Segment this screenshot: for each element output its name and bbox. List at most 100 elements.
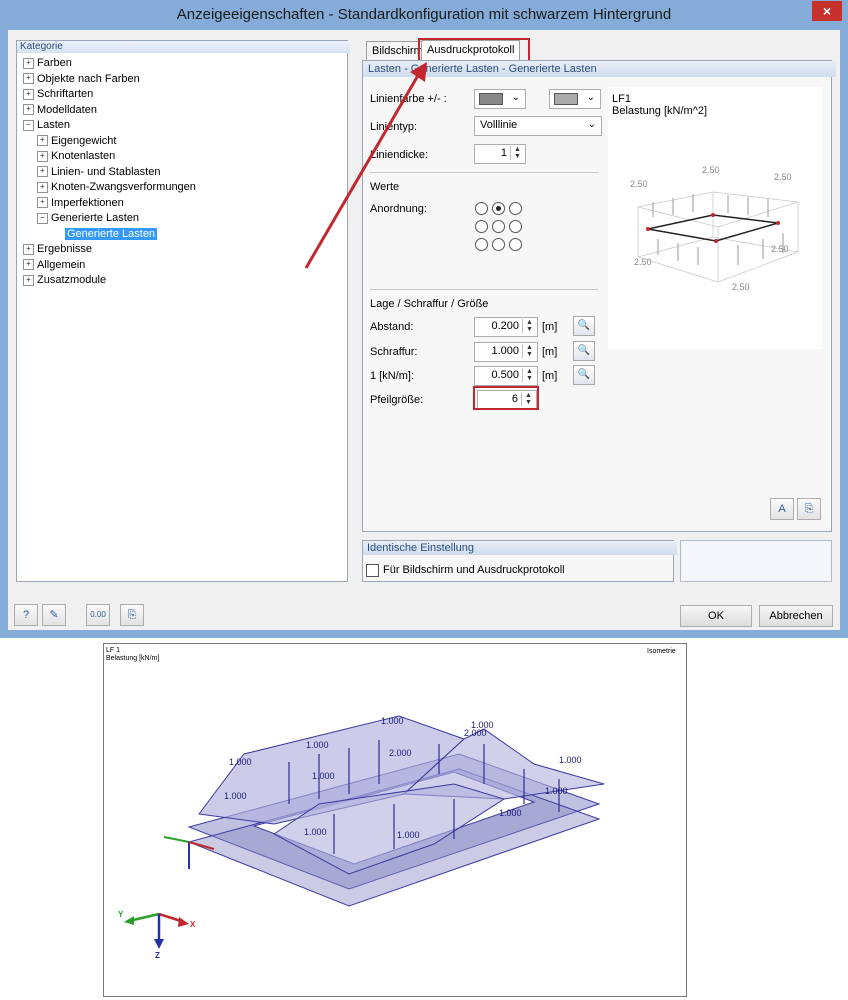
collapse-icon[interactable]: − [23,119,34,131]
magnifier-icon[interactable]: 🔍 [573,365,595,385]
copy-settings-icon[interactable]: ⎘ [797,498,821,520]
arrangement-radio-1[interactable] [475,202,488,215]
separator [370,289,598,290]
tree-item-label: Zusatzmodule [37,274,107,286]
tree-item[interactable]: + Knotenlasten [37,149,115,164]
load-value-label: 1.000 [381,716,404,726]
preview-value-label: 2.50 [630,179,648,189]
preview-value-label: 2.50 [771,244,789,254]
arrangement-radio-7[interactable] [475,238,488,251]
arrangement-radio-4[interactable] [475,220,488,233]
blank-panel [680,540,832,582]
axis-y-label: Y [118,910,124,919]
tree-item[interactable]: + Knoten-Zwangsverformungen [37,180,196,195]
tree-item-label: Farben [37,57,72,69]
tree-item[interactable]: − Lasten [23,118,70,133]
load-value-label: 2.000 [464,728,487,738]
distance-spinner[interactable]: 0.200 ▲ ▼ [474,317,538,337]
expand-icon[interactable]: + [23,57,34,69]
arrangement-radio-9[interactable] [509,238,522,251]
arrangement-radio-2[interactable] [492,202,505,215]
tree-item-label: Knoten-Zwangsverformungen [51,181,196,193]
expand-icon[interactable]: + [23,274,34,286]
chevron-down-icon: ⌄ [511,92,520,103]
axis-z-label: Z [155,951,160,960]
tree-item[interactable]: + Objekte nach Farben [23,72,140,87]
font-settings-icon[interactable]: A [770,498,794,520]
tree-item-label: Linien- und Stablasten [51,165,161,178]
preview-value-label: 2.50 [732,282,750,292]
tree-item[interactable]: Generierte Lasten [65,227,158,242]
tree-item-label: Modelldaten [37,103,97,116]
tree-item[interactable]: + Eigengewicht [37,134,116,149]
tree-item[interactable]: + Schriftarten [23,87,93,102]
tree-item[interactable]: + Imperfektionen [37,196,124,211]
line-type-value: Volllinie [480,119,518,131]
expand-icon[interactable]: + [23,88,34,100]
expand-icon[interactable]: + [37,150,48,162]
tree-item[interactable]: + Modelldaten [23,103,97,118]
cancel-button[interactable]: Abbrechen [759,605,833,627]
category-tree[interactable]: Kategorie + Farben + Objekte nach Farben + Sc… [16,40,350,582]
line-width-spinner[interactable]: 1 ▲ ▼ [474,144,526,164]
collapse-icon[interactable]: − [37,212,48,224]
expand-icon[interactable]: + [23,259,34,271]
printout-preview: LF 1 Belastung [kN/m] Isometrie 1.000 1.… [103,643,687,997]
preview-load-label: Belastung [kN/m^2] [612,105,708,117]
tree-item-label: Generierte Lasten [51,212,140,224]
tree-item[interactable]: − Generierte Lasten [37,211,139,226]
tree-item[interactable]: + Farben [23,56,72,71]
arrangement-radio-5[interactable] [492,220,505,233]
expand-icon[interactable]: + [37,166,48,178]
spin-arrows-icon[interactable]: ▲ ▼ [522,368,536,382]
magnifier-icon[interactable]: 🔍 [573,316,595,336]
spin-arrows-icon[interactable]: ▲ ▼ [522,344,536,358]
preview-lf-label: LF1 [612,93,631,105]
identical-settings-checkbox[interactable] [366,564,379,577]
position-group-label: Lage / Schraffur / Größe [370,298,489,310]
line-color-plus-combo[interactable]: ⌄ [474,89,526,109]
hatch-spinner[interactable]: 1.000 ▲ ▼ [474,342,538,362]
color-swatch [479,93,503,105]
units-icon[interactable]: 0.00 [86,604,110,626]
expand-icon[interactable]: + [23,73,34,85]
arrangement-radio-3[interactable] [509,202,522,215]
identical-settings-label: Für Bildschirm und Ausdruckprotokoll [383,564,565,576]
expand-icon[interactable]: + [37,135,48,147]
tree-item[interactable]: + Allgemein [23,258,85,273]
tree-item[interactable]: + Linien- und Stablasten [37,165,160,180]
arrow-size-label: Pfeilgröße: [370,394,424,406]
line-width-value: 1 [500,147,507,159]
expand-icon[interactable]: + [23,104,34,116]
load-value-label: 1.000 [397,830,420,840]
expand-icon[interactable]: + [23,243,34,255]
close-button[interactable]: × [812,1,842,21]
tree-item-label: Schriftarten [37,88,94,100]
arrangement-radio-6[interactable] [509,220,522,233]
expand-icon[interactable]: + [37,197,48,209]
magnifier-icon[interactable]: 🔍 [573,341,595,361]
help-icon[interactable]: ? [14,604,38,626]
tree-item-label: Knotenlasten [51,150,116,162]
tree-item[interactable]: + Zusatzmodule [23,273,106,288]
line-color-minus-combo[interactable]: ⌄ [549,89,601,109]
expand-icon[interactable]: + [37,181,48,193]
arrangement-radio-8[interactable] [492,238,505,251]
copy-icon[interactable]: ⎘ [120,604,144,626]
load-value-label: 1.000 [304,827,327,837]
tree-item-label: Lasten [37,119,71,131]
spin-arrows-icon[interactable]: ▲ ▼ [510,146,524,160]
tree-item[interactable]: + Ergebnisse [23,242,92,257]
load-value-label: 1.000 [545,786,568,796]
scale-value: 0.500 [491,369,519,381]
scale-spinner[interactable]: 0.500 ▲ ▼ [474,366,538,386]
load-value-label: 1.000 [312,771,335,781]
line-type-select[interactable]: Volllinie ⌄ [474,116,602,136]
distance-unit: [m] [542,321,558,333]
tree-item-label: Eigengewicht [51,134,117,147]
edit-icon[interactable]: ✎ [42,604,66,626]
title-bar[interactable]: Anzeigeeigenschaften - Standardkonfigura… [0,0,848,30]
load-value-label: 1.000 [499,808,522,818]
ok-button[interactable]: OK [680,605,752,627]
spin-arrows-icon[interactable]: ▲ ▼ [522,319,536,333]
